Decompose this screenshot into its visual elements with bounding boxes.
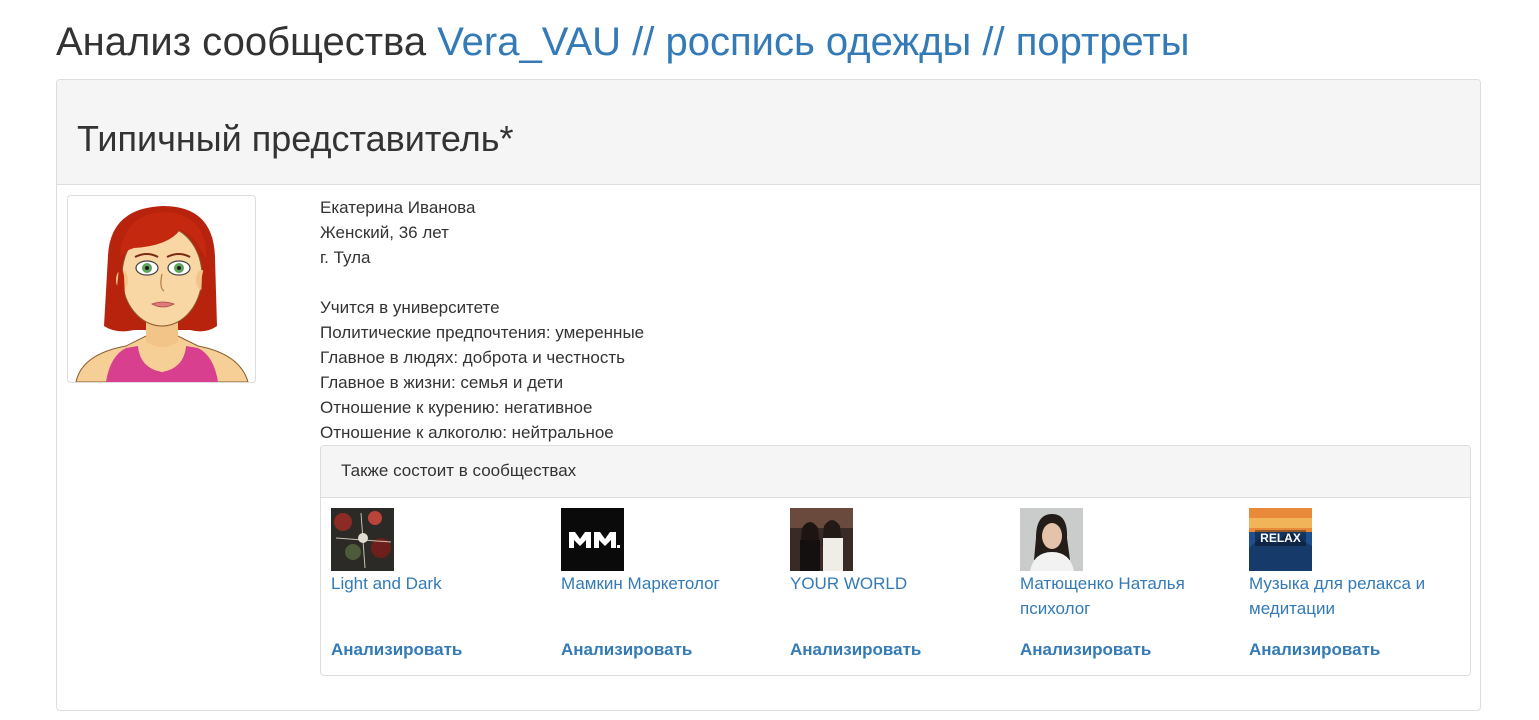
person-life-main: Главное в жизни: семья и дети (320, 373, 564, 392)
women-photo-thumbnail[interactable] (790, 508, 853, 571)
dark-floral-thumbnail[interactable] (331, 508, 394, 571)
group-card: YOUR WORLD Анализировать (790, 508, 1000, 673)
page-title-prefix: Анализ сообщества (56, 20, 427, 64)
group-name-link[interactable]: Музыка для релакса и медитации (1249, 571, 1454, 621)
women-photo-icon (790, 508, 853, 571)
group-card: RELAX Музыка для релакса и медитации Ана… (1249, 508, 1459, 673)
person-people-main: Главное в людях: доброта и честность (320, 348, 626, 367)
group-name-link[interactable]: Light and Dark (331, 571, 536, 596)
female-avatar-icon (75, 206, 249, 382)
panel-title: Типичный представитель* (77, 118, 514, 159)
person-gender-age: Женский, 36 лет (320, 223, 449, 242)
person-education: Учится в университете (320, 298, 500, 317)
svg-text:RELAX: RELAX (1260, 531, 1301, 545)
avatar (67, 195, 256, 383)
group-name-link[interactable]: Матющенко Наталья психолог (1020, 571, 1225, 621)
person-politics: Политические предпочтения: умеренные (320, 323, 645, 342)
person-name: Екатерина Иванова (320, 198, 476, 217)
group-list: Light and Dark Анализировать Мамкин Марк… (321, 498, 1470, 676)
also-member-heading: Также состоит в сообществах (321, 446, 1470, 498)
page: Анализ сообщества Vera_VAU // роспись од… (0, 0, 1539, 720)
group-name-link[interactable]: Мамкин Маркетолог (561, 571, 766, 596)
person-smoking: Отношение к курению: негативное (320, 398, 593, 417)
person-city: г. Тула (320, 248, 371, 267)
panel-heading: Типичный представитель* (57, 80, 1480, 185)
analyze-link[interactable]: Анализировать (331, 638, 462, 662)
analyze-link[interactable]: Анализировать (790, 638, 921, 662)
group-card: Матющенко Наталья психолог Анализировать (1020, 508, 1230, 673)
page-title: Анализ сообщества Vera_VAU // роспись од… (56, 16, 1190, 68)
analyze-link[interactable]: Анализировать (561, 638, 692, 662)
also-member-panel: Также состоит в сообществах Light and Da… (320, 445, 1471, 676)
analyze-link[interactable]: Анализировать (1020, 638, 1151, 662)
group-card: Light and Dark Анализировать (331, 508, 541, 673)
dark-floral-image-icon (331, 508, 394, 571)
group-card: Мамкин Маркетолог Анализировать (561, 508, 771, 673)
mm-logo-thumbnail[interactable] (561, 508, 624, 571)
typical-member-panel: Типичный представитель* Екатерина Иванов… (56, 79, 1481, 711)
woman-portrait-icon (1020, 508, 1083, 571)
mm-logo-icon (561, 508, 624, 571)
relax-landscape-thumbnail[interactable]: RELAX (1249, 508, 1312, 571)
person-info: Екатерина Иванова Женский, 36 лет г. Тул… (320, 195, 644, 445)
community-name-link[interactable]: Vera_VAU // роспись одежды // портреты (437, 20, 1189, 64)
analyze-link[interactable]: Анализировать (1249, 638, 1380, 662)
person-alcohol: Отношение к алкоголю: нейтральное (320, 423, 614, 442)
group-name-link[interactable]: YOUR WORLD (790, 571, 995, 596)
woman-portrait-thumbnail[interactable] (1020, 508, 1083, 571)
relax-landscape-icon: RELAX (1249, 508, 1312, 571)
